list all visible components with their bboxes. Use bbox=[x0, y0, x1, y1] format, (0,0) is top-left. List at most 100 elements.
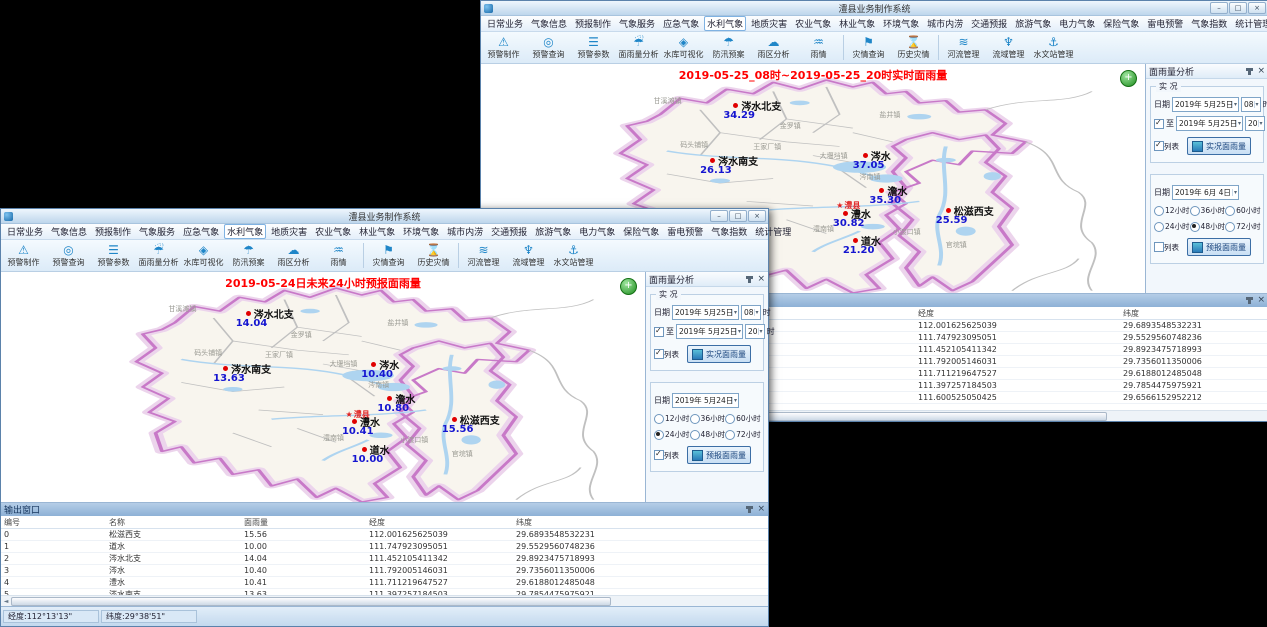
menu-item-1[interactable]: 气象信息 bbox=[48, 224, 90, 239]
duration-radio-12小时[interactable]: 12小时 bbox=[654, 413, 690, 424]
tool-button-面雨量分析[interactable]: ☔面雨量分析 bbox=[616, 32, 661, 63]
duration-radio-24小时[interactable]: 24小时 bbox=[1154, 221, 1190, 232]
menu-item-4[interactable]: 应急气象 bbox=[660, 16, 702, 31]
duration-radio-72小时[interactable]: 72小时 bbox=[1225, 221, 1261, 232]
maximize-button[interactable]: □ bbox=[729, 210, 747, 222]
menu-item-12[interactable]: 旅游气象 bbox=[532, 224, 574, 239]
tool-button-水文站管理[interactable]: ⚓水文站管理 bbox=[551, 240, 596, 271]
pin-icon[interactable] bbox=[1248, 297, 1251, 304]
titlebar[interactable]: 澧县业务制作系统 – □ × bbox=[481, 1, 1267, 16]
live-date-combo[interactable]: 2019年 5月25日▾ bbox=[1172, 97, 1239, 112]
live-date-combo[interactable]: 2019年 5月25日▾ bbox=[672, 305, 739, 320]
col-header-lat[interactable]: 纬度 bbox=[513, 516, 768, 529]
tool-button-河流管理[interactable]: ≋河流管理 bbox=[461, 240, 506, 271]
duration-radio-48小时[interactable]: 48小时 bbox=[1190, 221, 1226, 232]
menu-item-9[interactable]: 环境气象 bbox=[400, 224, 442, 239]
tool-button-河流管理[interactable]: ≋河流管理 bbox=[941, 32, 986, 63]
menu-item-5[interactable]: 水利气象 bbox=[704, 16, 746, 31]
menu-item-10[interactable]: 城市内涝 bbox=[924, 16, 966, 31]
menu-item-15[interactable]: 雷电预警 bbox=[1144, 16, 1186, 31]
menu-item-6[interactable]: 地质灾害 bbox=[748, 16, 790, 31]
tool-button-预警制作[interactable]: ⚠预警制作 bbox=[481, 32, 526, 63]
to-checkbox[interactable] bbox=[1154, 119, 1164, 129]
dock-close-icon[interactable]: × bbox=[1257, 296, 1265, 305]
map-locate-button[interactable]: + bbox=[1120, 70, 1137, 87]
menu-item-11[interactable]: 交通预报 bbox=[488, 224, 530, 239]
col-header-lon[interactable]: 经度 bbox=[915, 307, 1120, 320]
scroll-left-icon[interactable]: ◄ bbox=[1, 598, 11, 605]
menu-item-0[interactable]: 日常业务 bbox=[484, 16, 526, 31]
dock-close-icon[interactable]: × bbox=[757, 505, 765, 514]
close-button[interactable]: × bbox=[1248, 2, 1266, 14]
panel-close-icon[interactable]: × bbox=[757, 275, 765, 284]
menu-item-3[interactable]: 气象服务 bbox=[136, 224, 178, 239]
duration-radio-72小时[interactable]: 72小时 bbox=[725, 429, 761, 440]
duration-radio-60小时[interactable]: 60小时 bbox=[1225, 205, 1261, 216]
forecast-list-checkbox[interactable] bbox=[654, 450, 664, 460]
horizontal-scrollbar[interactable]: ◄ bbox=[1, 595, 768, 606]
tool-button-面雨量分析[interactable]: ☔面雨量分析 bbox=[136, 240, 181, 271]
menu-item-12[interactable]: 旅游气象 bbox=[1012, 16, 1054, 31]
live-to-date-combo[interactable]: 2019年 5月25日▾ bbox=[1176, 116, 1243, 131]
tool-button-流域管理[interactable]: ♆流域管理 bbox=[986, 32, 1031, 63]
menu-item-16[interactable]: 气象指数 bbox=[708, 224, 750, 239]
menu-item-4[interactable]: 应急气象 bbox=[180, 224, 222, 239]
pin-icon[interactable] bbox=[1248, 68, 1251, 75]
duration-radio-36小时[interactable]: 36小时 bbox=[1190, 205, 1226, 216]
col-header-lon[interactable]: 经度 bbox=[366, 516, 513, 529]
forecast-date-combo[interactable]: 2019年 5月24日▾ bbox=[672, 393, 739, 408]
forecast-date-combo[interactable]: 2019年 6月 4日▾ bbox=[1172, 185, 1239, 200]
menu-item-17[interactable]: 统计管理 bbox=[752, 224, 794, 239]
menu-item-7[interactable]: 农业气象 bbox=[792, 16, 834, 31]
live-hour-combo[interactable]: 08▾ bbox=[741, 305, 761, 320]
to-checkbox[interactable] bbox=[654, 327, 664, 337]
col-header-id[interactable]: 编号 bbox=[1, 516, 106, 529]
col-header-lat[interactable]: 纬度 bbox=[1120, 307, 1267, 320]
menu-item-14[interactable]: 保险气象 bbox=[620, 224, 662, 239]
menu-item-5[interactable]: 水利气象 bbox=[224, 224, 266, 239]
menu-item-2[interactable]: 预报制作 bbox=[572, 16, 614, 31]
live-to-hour-combo[interactable]: 20▾ bbox=[745, 324, 765, 339]
menu-item-11[interactable]: 交通预报 bbox=[968, 16, 1010, 31]
menu-item-9[interactable]: 环境气象 bbox=[880, 16, 922, 31]
station-dot-icon[interactable] bbox=[362, 447, 367, 452]
panel-close-icon[interactable]: × bbox=[1257, 67, 1265, 76]
menu-item-7[interactable]: 农业气象 bbox=[312, 224, 354, 239]
tool-button-水库可视化[interactable]: ◈水库可视化 bbox=[181, 240, 226, 271]
menu-item-15[interactable]: 雷电预警 bbox=[664, 224, 706, 239]
live-hour-combo[interactable]: 08▾ bbox=[1241, 97, 1261, 112]
forecast-rain-button[interactable]: 预报面雨量 bbox=[687, 446, 751, 464]
tool-button-雨区分析[interactable]: ☁雨区分析 bbox=[751, 32, 796, 63]
col-header-name[interactable]: 名称 bbox=[106, 516, 241, 529]
menu-item-3[interactable]: 气象服务 bbox=[616, 16, 658, 31]
tool-button-历史灾情[interactable]: ⌛历史灾情 bbox=[891, 32, 936, 63]
tool-button-预警参数[interactable]: ☰预警参数 bbox=[571, 32, 616, 63]
menu-item-13[interactable]: 电力气象 bbox=[1056, 16, 1098, 31]
tool-button-灾情查询[interactable]: ⚑灾情查询 bbox=[366, 240, 411, 271]
station-dot-icon[interactable] bbox=[246, 311, 251, 316]
tool-button-预警参数[interactable]: ☰预警参数 bbox=[91, 240, 136, 271]
minimize-button[interactable]: – bbox=[710, 210, 728, 222]
station-dot-icon[interactable] bbox=[710, 158, 715, 163]
tool-button-流域管理[interactable]: ♆流域管理 bbox=[506, 240, 551, 271]
tool-button-雨情[interactable]: ♒雨情 bbox=[796, 32, 841, 63]
map-viewport[interactable]: 2019-05-24日未来24小时预报面雨量 + bbox=[1, 272, 645, 502]
menu-item-1[interactable]: 气象信息 bbox=[528, 16, 570, 31]
menu-item-8[interactable]: 林业气象 bbox=[356, 224, 398, 239]
duration-radio-12小时[interactable]: 12小时 bbox=[1154, 205, 1190, 216]
menu-item-10[interactable]: 城市内涝 bbox=[444, 224, 486, 239]
menu-item-13[interactable]: 电力气象 bbox=[576, 224, 618, 239]
menu-item-16[interactable]: 气象指数 bbox=[1188, 16, 1230, 31]
tool-button-防汛预案[interactable]: ☂防汛预案 bbox=[226, 240, 271, 271]
duration-radio-48小时[interactable]: 48小时 bbox=[690, 429, 726, 440]
live-rain-button[interactable]: 实况面雨量 bbox=[687, 345, 751, 363]
titlebar[interactable]: 澧县业务制作系统 – □ × bbox=[1, 209, 768, 224]
tool-button-水库可视化[interactable]: ◈水库可视化 bbox=[661, 32, 706, 63]
duration-radio-60小时[interactable]: 60小时 bbox=[725, 413, 761, 424]
tool-button-雨区分析[interactable]: ☁雨区分析 bbox=[271, 240, 316, 271]
station-dot-icon[interactable] bbox=[843, 211, 848, 216]
tool-button-水文站管理[interactable]: ⚓水文站管理 bbox=[1031, 32, 1076, 63]
close-button[interactable]: × bbox=[748, 210, 766, 222]
station-dot-icon[interactable] bbox=[853, 238, 858, 243]
tool-button-雨情[interactable]: ♒雨情 bbox=[316, 240, 361, 271]
